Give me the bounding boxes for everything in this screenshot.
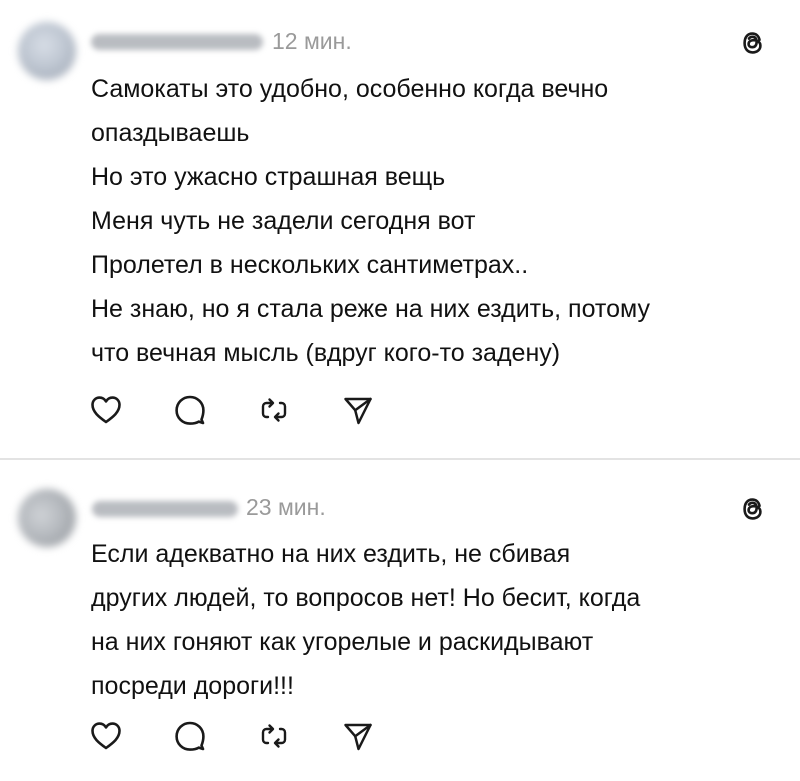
username[interactable]: rrlipencevva <box>91 34 263 50</box>
repost-icon[interactable] <box>256 718 292 754</box>
send-icon[interactable] <box>340 718 376 754</box>
post-text-line: Самокаты это удобно, особенно когда вечн… <box>91 75 609 103</box>
post-text-line: Но это ужасно страшная вещь <box>91 163 446 191</box>
post-text-line: Не знаю, но я стала реже на них ездить, … <box>91 295 650 323</box>
post-text-line: что вечная мысль (вдруг кого-то задену) <box>91 339 561 367</box>
post-text-line: на них гоняют как угорелые и раскидывают <box>91 628 594 656</box>
send-icon[interactable] <box>340 392 376 428</box>
post-text-line: опаздываешь <box>91 119 250 147</box>
threads-logo-icon <box>736 492 770 526</box>
repost-icon[interactable] <box>256 392 292 428</box>
post-text-line: Пролетел в нескольких сантиметрах.. <box>91 251 529 279</box>
heart-icon[interactable] <box>88 718 124 754</box>
heart-icon[interactable] <box>88 392 124 428</box>
comment-bubble-icon[interactable] <box>172 392 208 428</box>
post: rrlipencevva 12 мин. Самокаты это удобно… <box>0 0 800 458</box>
post-text-line: Меня чуть не задели сегодня вот <box>91 207 476 235</box>
post-time: 12 мин. <box>272 28 352 54</box>
threads-logo-icon <box>736 26 770 60</box>
username[interactable]: ssykoenyu <box>92 501 238 517</box>
avatar[interactable] <box>18 22 76 80</box>
post-text-line: посреди дороги!!! <box>91 672 294 700</box>
avatar[interactable] <box>18 489 76 547</box>
post-text: Самокаты это удобно, особенно когда вечн… <box>91 67 791 375</box>
post-text: Если адекватно на них ездить, не сбивая … <box>91 532 791 708</box>
post-text-line: других людей, то вопросов нет! Но бесит,… <box>91 584 641 612</box>
post: ssykoenyu 23 мин. Если адекватно на них … <box>0 460 800 781</box>
comment-bubble-icon[interactable] <box>172 718 208 754</box>
post-time: 23 мин. <box>246 494 326 520</box>
post-text-line: Если адекватно на них ездить, не сбивая <box>91 540 571 568</box>
